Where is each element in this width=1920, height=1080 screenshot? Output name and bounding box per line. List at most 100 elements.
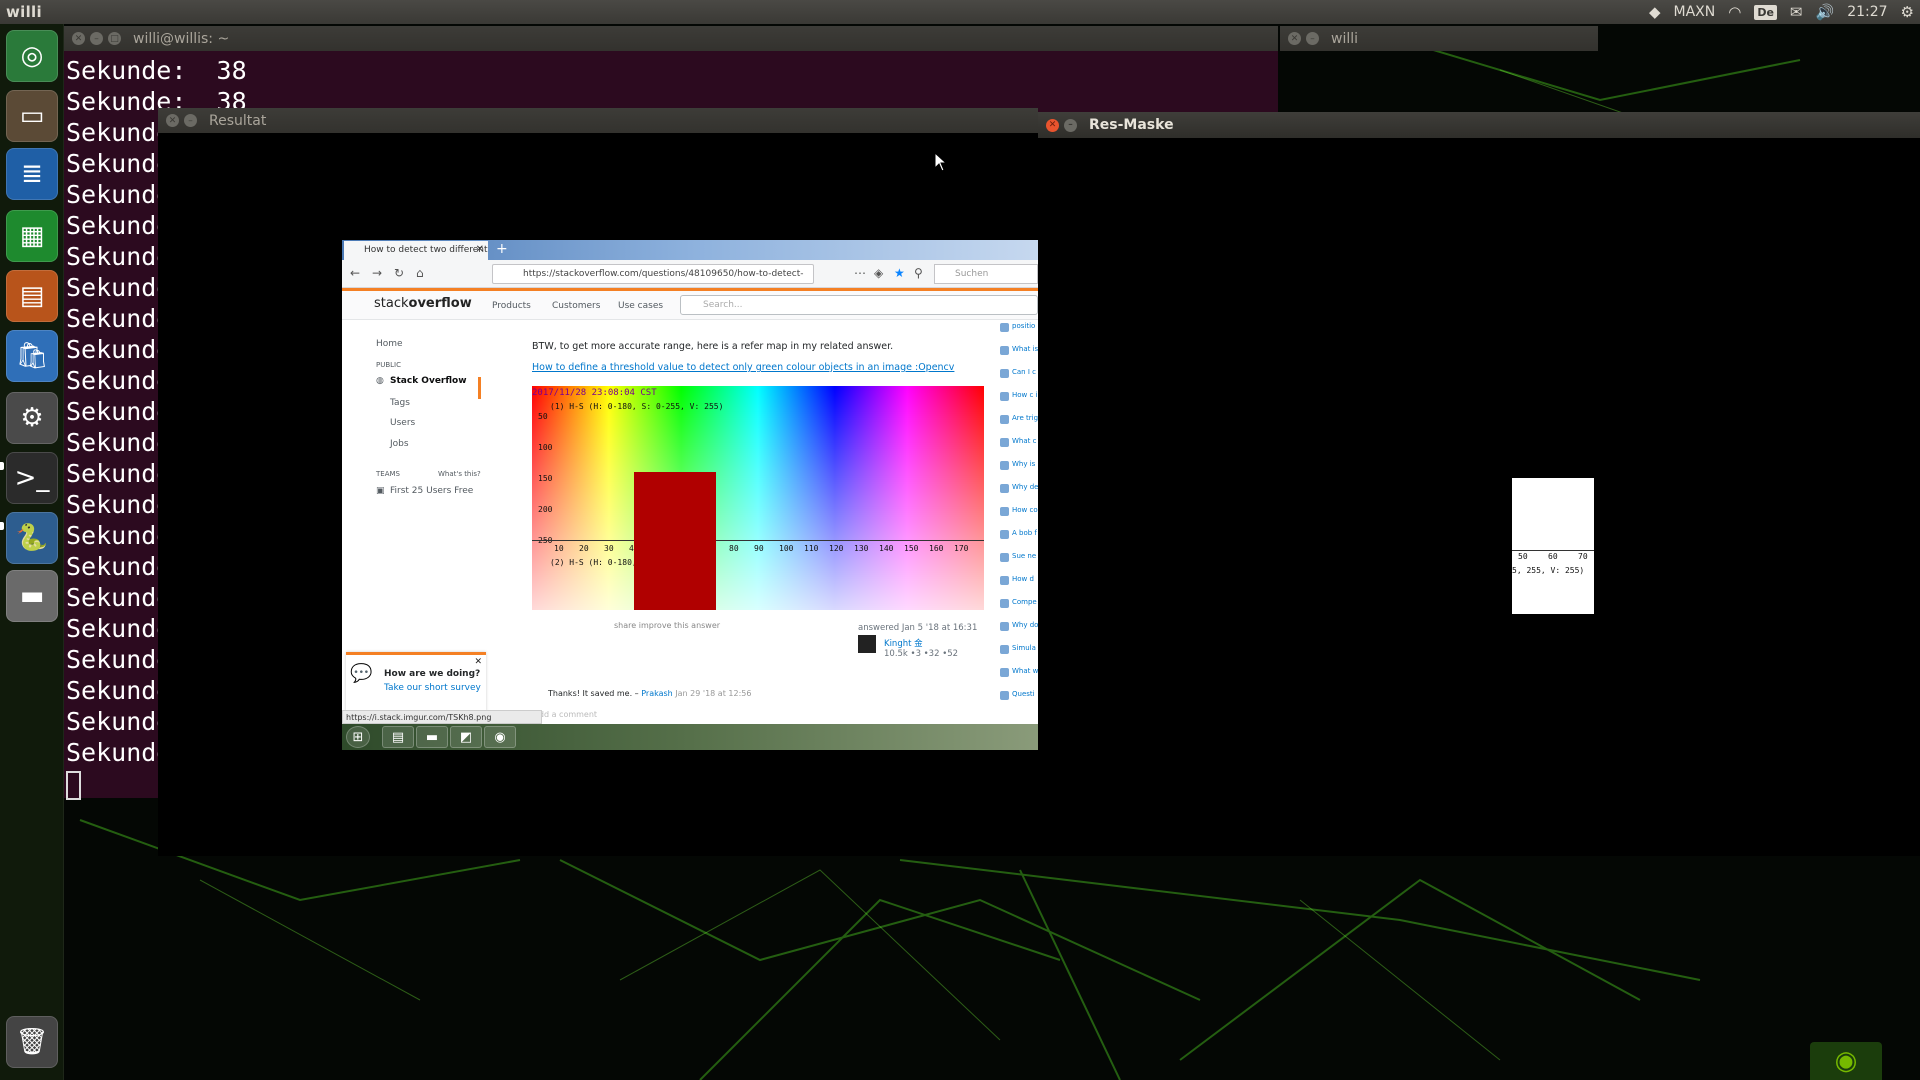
related-question-link[interactable]: Sue ne — [1012, 552, 1036, 561]
home-icon[interactable]: ⌂ — [416, 266, 424, 280]
maximize-icon[interactable]: □ — [108, 32, 121, 45]
search-input[interactable]: Suchen — [934, 264, 1038, 284]
related-question-link[interactable]: Are trig — [1012, 414, 1038, 423]
nav-products[interactable]: Products — [492, 301, 531, 311]
calc-icon[interactable]: ▦ — [6, 210, 58, 262]
minimize-icon[interactable]: – — [90, 32, 103, 45]
nvidia-icon[interactable]: ◆ — [1649, 3, 1661, 21]
close-icon[interactable]: ✕ — [166, 114, 179, 127]
minimize-icon[interactable]: – — [1064, 118, 1077, 132]
teams-free-link[interactable]: First 25 Users Free — [390, 486, 473, 496]
minimize-icon[interactable]: – — [184, 114, 197, 127]
firefox-icon[interactable]: ◉ — [484, 726, 516, 748]
reload-icon[interactable]: ↻ — [394, 266, 404, 280]
wifi-icon[interactable]: ◠ — [1728, 3, 1741, 21]
res-maske-titlebar[interactable]: ✕ – Res-Maske — [1038, 112, 1920, 138]
so-header: stackoverflow Products Customers Use cas… — [342, 288, 1038, 320]
virtualbox-icon[interactable]: ◩ — [450, 726, 482, 748]
sidebar-section-teams: TEAMS — [376, 470, 400, 478]
clock[interactable]: 21:27 — [1847, 4, 1887, 20]
related-question-link[interactable]: Why de to force — [1012, 483, 1038, 492]
map-header: (1) H-S (H: 0-180, S: 0-255, V: 255) — [550, 402, 724, 411]
comment-author-link[interactable]: Prakash — [641, 689, 673, 698]
related-question-link[interactable]: What c recipe — [1012, 437, 1038, 446]
willi-window-titlebar[interactable]: ✕ – willi — [1280, 26, 1598, 51]
related-question-link[interactable]: Simula — [1012, 644, 1036, 653]
back-icon[interactable]: ← — [350, 266, 360, 280]
resultat-title: Resultat — [209, 112, 267, 129]
sidebar-item-home[interactable]: Home — [376, 339, 403, 349]
related-question-link[interactable]: Can I c it throu — [1012, 368, 1038, 377]
calculator-icon[interactable]: ▤ — [382, 726, 414, 748]
map-x-tick: 20 — [579, 544, 589, 553]
related-question-link[interactable]: How c in a file — [1012, 391, 1038, 400]
close-icon[interactable]: ✕ — [1288, 32, 1301, 45]
sidebar-item-stack-overflow[interactable]: Stack Overflow — [390, 376, 467, 386]
close-icon[interactable]: ✕ — [476, 244, 484, 255]
related-question-link[interactable]: A bob f backwa — [1012, 529, 1038, 538]
star-icon[interactable]: ★ — [894, 266, 905, 280]
volume-icon[interactable]: 🔊 — [1816, 3, 1835, 21]
running-indicator — [0, 462, 4, 470]
close-icon[interactable]: ✕ — [72, 32, 85, 45]
related-question-link[interactable]: Questi — [1012, 690, 1035, 699]
terminal-titlebar[interactable]: ✕ – □ willi@willis: ~ — [64, 26, 1278, 51]
related-question-link[interactable]: Why is have b campa — [1012, 460, 1038, 469]
close-icon[interactable]: ✕ — [1046, 118, 1059, 132]
site-icon — [1000, 392, 1009, 401]
related-question-link[interactable]: How co — [1012, 506, 1038, 515]
related-question-link[interactable]: Compe incomp — [1012, 598, 1038, 607]
related-question-link[interactable]: Why do — [1012, 621, 1038, 630]
sidebar-section-public: PUBLIC — [376, 361, 401, 369]
mail-icon[interactable]: ✉ — [1790, 3, 1803, 21]
windows-taskbar: ⊞ ▤ ▬ ◩ ◉ — [342, 724, 1038, 750]
related-answer-link[interactable]: How to define a threshold value to detec… — [532, 362, 954, 373]
explorer-icon[interactable]: ▬ — [416, 726, 448, 748]
firefox-tab[interactable]: How to detect two different co ✕ — [344, 241, 488, 260]
author-link[interactable]: Kinght 金 — [884, 637, 977, 649]
forward-icon[interactable]: → — [372, 266, 382, 280]
search-icon[interactable]: ⚲ — [914, 266, 923, 280]
resultat-titlebar[interactable]: ✕ – Resultat — [158, 108, 1038, 133]
site-icon — [1000, 530, 1009, 539]
top-panel: willi ◆ MAXN ◠ De ✉ 🔊 21:27 ⚙ — [0, 0, 1920, 24]
new-tab-icon[interactable]: + — [496, 241, 508, 257]
drive-icon[interactable]: ▬ — [6, 570, 58, 622]
survey-link[interactable]: Take our short survey — [384, 683, 481, 693]
more-icon[interactable]: ⋯ — [854, 266, 866, 280]
files-icon[interactable]: ▭ — [6, 90, 58, 142]
res-maske-window[interactable]: ✕ – Res-Maske — [1038, 112, 1920, 856]
ubuntu-home-icon[interactable]: ◎ — [6, 30, 58, 82]
terminal-icon[interactable]: >_ — [6, 452, 58, 504]
nav-use-cases[interactable]: Use cases — [618, 301, 663, 311]
so-logo[interactable]: stackoverflow — [374, 296, 472, 311]
related-question-link[interactable]: What w — [1012, 667, 1038, 676]
sidebar-item-users[interactable]: Users — [390, 418, 415, 428]
so-search-input[interactable]: Search... — [680, 295, 1038, 315]
related-question-link[interactable]: positio — [1012, 322, 1035, 331]
start-button-icon[interactable]: ⊞ — [346, 726, 370, 748]
nav-customers[interactable]: Customers — [552, 301, 600, 311]
minimize-icon[interactable]: – — [1306, 32, 1319, 45]
related-question-link[interactable]: What is volume — [1012, 345, 1038, 354]
url-bar[interactable]: https://stackoverflow.com/questions/4810… — [492, 264, 814, 284]
gear-icon[interactable]: ⚙ — [1901, 3, 1914, 21]
python-icon[interactable]: 🐍 — [6, 512, 58, 564]
pocket-icon[interactable]: ◈ — [874, 266, 883, 280]
system-settings-icon[interactable]: ⚙ — [6, 392, 58, 444]
map-y-tick: 50 — [538, 412, 548, 421]
add-comment-link[interactable]: add a comment — [534, 710, 597, 719]
writer-icon[interactable]: ≣ — [6, 148, 58, 200]
sidebar-item-jobs[interactable]: Jobs — [390, 439, 409, 449]
avatar[interactable] — [858, 635, 876, 653]
trash-icon[interactable]: 🗑 — [6, 1016, 58, 1068]
software-center-icon[interactable]: 🛍 — [6, 330, 58, 382]
answer-actions[interactable]: share improve this answer — [614, 621, 720, 630]
keyboard-layout-indicator[interactable]: De — [1754, 4, 1777, 20]
impress-icon[interactable]: ▤ — [6, 270, 58, 322]
whats-this-link[interactable]: What's this? — [438, 470, 481, 478]
sidebar-item-tags[interactable]: Tags — [390, 398, 410, 408]
related-question-link[interactable]: How d — [1012, 575, 1034, 584]
close-icon[interactable]: ✕ — [474, 657, 482, 667]
power-mode-label[interactable]: MAXN — [1674, 4, 1716, 20]
